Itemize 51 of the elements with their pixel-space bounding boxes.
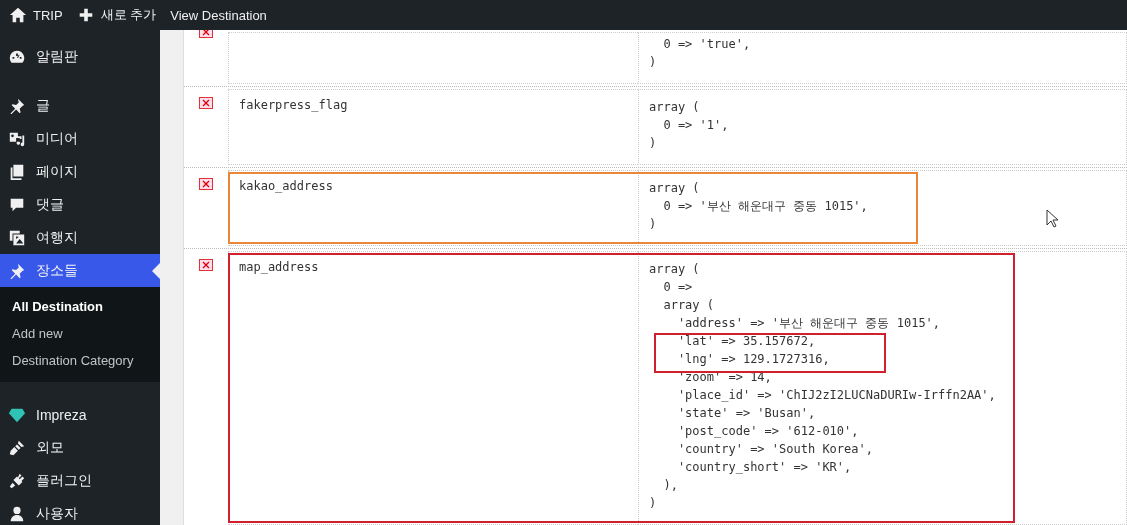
menu-item[interactable]: 사용자 <box>0 497 160 525</box>
menu-item[interactable]: 미디어 <box>0 122 160 155</box>
pin-icon <box>8 96 26 115</box>
current-pointer-icon <box>152 263 160 279</box>
code-line: array ( <box>649 180 700 197</box>
key-cell: fakerpress_flag <box>228 89 638 165</box>
user-icon <box>8 504 26 523</box>
code-line: ) <box>649 495 657 512</box>
code-line: 'country_short' => 'KR', <box>676 459 852 476</box>
submenu-item[interactable]: Add new <box>0 320 160 347</box>
key-cell: kakao_address <box>228 170 638 246</box>
photos-icon <box>8 228 26 247</box>
code-line: 0 => 'true', <box>662 36 751 53</box>
code-line: array ( <box>649 261 700 278</box>
site-link[interactable]: TRIP <box>9 6 63 24</box>
pin-icon <box>8 261 26 280</box>
key-cell: map_address <box>228 251 638 525</box>
code-line: 'lat' => 35.157672, <box>676 333 816 350</box>
code-line: 'lng' => 129.1727316, <box>676 351 830 368</box>
menu-item[interactable]: 댓글 <box>0 188 160 221</box>
code-line: array ( <box>649 99 700 116</box>
code-line: ) <box>649 216 657 233</box>
view-link[interactable]: View Destination <box>170 7 267 23</box>
brush-icon <box>8 438 26 457</box>
submenu-item[interactable]: Destination Category <box>0 347 160 374</box>
code-line: 'country' => 'South Korea', <box>676 441 873 458</box>
menu-item[interactable]: 글 <box>0 89 160 122</box>
plug-icon <box>8 471 26 490</box>
new-link[interactable]: 새로 추가 <box>76 6 157 24</box>
menu-item[interactable]: 여행지 <box>0 221 160 254</box>
code-line: ), <box>662 477 678 494</box>
cursor-icon <box>1046 209 1060 229</box>
home-icon <box>9 6 27 24</box>
menu-item[interactable]: 외모 <box>0 431 160 464</box>
code-line: ) <box>649 135 657 152</box>
code-line: 'post_code' => '612-010', <box>676 423 859 440</box>
menu-item[interactable]: 플러그인 <box>0 464 160 497</box>
code-line: 'state' => 'Busan', <box>676 405 816 422</box>
menu-item[interactable]: Impreza <box>0 398 160 431</box>
menu-item[interactable]: 알림판 <box>0 40 160 73</box>
submenu-item[interactable]: All Destination <box>0 293 160 320</box>
code-line: 0 => '1', <box>662 117 729 134</box>
code-line: 'place_id' => 'ChIJ2zI2LUCNaDURIw-Irffn2AA', <box>676 387 996 404</box>
code-line: 'address' => '부산 해운대구 중동 1015', <box>676 315 941 332</box>
menu-item[interactable]: 장소들 <box>0 254 160 287</box>
code-line: ) <box>649 54 657 71</box>
pages-icon <box>8 162 26 181</box>
code-line: 0 => <box>662 279 693 296</box>
menu-item[interactable]: 페이지 <box>0 155 160 188</box>
code-line: array ( <box>662 297 715 314</box>
code-line: 0 => '부산 해운대구 중동 1015', <box>662 198 868 215</box>
